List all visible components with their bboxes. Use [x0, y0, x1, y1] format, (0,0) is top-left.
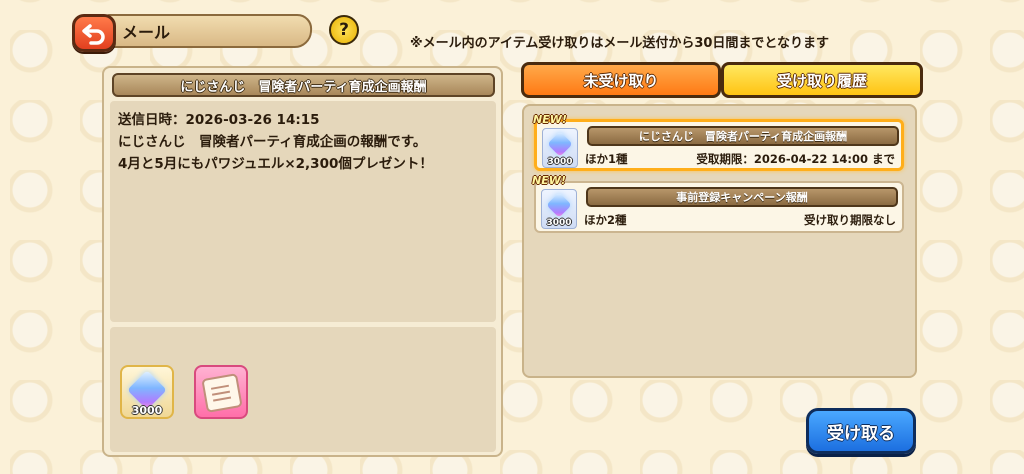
back-arrow-icon	[82, 24, 105, 45]
back-button[interactable]	[72, 14, 116, 52]
mail-detail-body[interactable]: 送信日時：2026-03-26 14:15 にじさんじ 冒険者パーティ育成企画の…	[110, 101, 496, 322]
item-quantity: 3000	[131, 404, 163, 417]
mail-list-item[interactable]: 3000 NEW! 事前登録キャンペーン報酬 ほか2種 受け取り期限なし	[532, 174, 904, 233]
jewel-icon	[546, 192, 572, 218]
page-title-banner: メール	[102, 14, 314, 48]
mail-item-deadline: 受取期限：2026-04-22 14:00 まで	[696, 152, 895, 166]
new-badge: NEW!	[532, 174, 566, 187]
tab-history[interactable]: 受け取り履歴	[721, 62, 923, 98]
receive-button[interactable]: 受け取る	[806, 408, 916, 454]
mail-item-deadline: 受け取り期限なし	[804, 213, 896, 227]
help-icon: ?	[339, 20, 349, 40]
mail-item-extra: ほか1種	[585, 152, 628, 166]
receive-period-notice: ※メール内のアイテム受け取りはメール送付から30日間までとなります	[410, 36, 830, 51]
item-quantity: 3000	[547, 157, 573, 167]
mail-item-thumbnail: 3000	[541, 189, 577, 229]
mail-detail-panel: にじさんじ 冒険者パーティ育成企画報酬 送信日時：2026-03-26 14:1…	[102, 66, 503, 457]
jewel-item[interactable]: 3000	[120, 365, 174, 419]
new-badge: NEW!	[533, 113, 567, 126]
scroll-ticket-item[interactable]	[194, 365, 248, 419]
mail-item-thumbnail: 3000	[542, 128, 578, 168]
mail-item-extra: ほか2種	[584, 213, 627, 227]
page-title: メール	[122, 23, 171, 42]
mail-detail-title: にじさんじ 冒険者パーティ育成企画報酬	[112, 73, 495, 97]
mail-list-item[interactable]: 3000 NEW! にじさんじ 冒険者パーティ育成企画報酬 ほか1種 受取期限：…	[533, 113, 904, 171]
item-quantity: 3000	[546, 218, 572, 228]
mail-message-text: にじさんじ 冒険者パーティ育成企画の報酬です。 4月と5月にもパワジュエル×2,…	[118, 134, 433, 172]
mail-list-panel: 3000 NEW! にじさんじ 冒険者パーティ育成企画報酬 ほか1種 受取期限：…	[522, 104, 917, 378]
jewel-icon	[547, 131, 573, 157]
tab-unreceived[interactable]: 未受け取り	[521, 62, 721, 98]
mail-sent-datetime: 送信日時：2026-03-26 14:15	[118, 112, 320, 128]
scroll-ticket-icon	[201, 373, 243, 413]
mail-item-title: 事前登録キャンペーン報酬	[586, 187, 898, 207]
help-button[interactable]: ?	[329, 15, 359, 45]
mail-item-title: にじさんじ 冒険者パーティ育成企画報酬	[587, 126, 899, 146]
attached-items-area: 3000	[110, 327, 496, 452]
